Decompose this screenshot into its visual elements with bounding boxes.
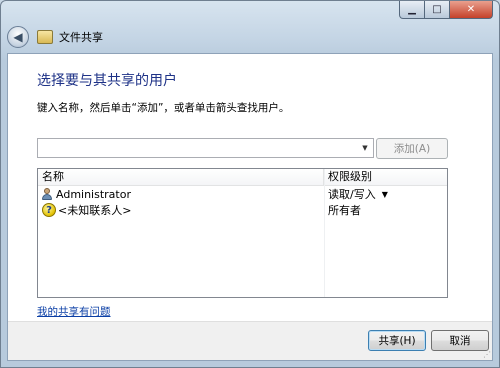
dialog-footer: 共享(H) 取消 ⋰ bbox=[8, 321, 492, 360]
row-name-cell: Administrator bbox=[38, 188, 324, 201]
minimize-icon: ▁ bbox=[408, 4, 416, 15]
list-header: 名称 权限级别 bbox=[38, 169, 447, 186]
add-button[interactable]: 添加(A) bbox=[376, 138, 448, 159]
caret-down-icon: ▼ bbox=[381, 189, 388, 199]
instructions-text: 键入名称，然后单击“添加”，或者单击箭头查找用户。 bbox=[37, 102, 290, 114]
row-permission: 所有者 bbox=[328, 204, 361, 217]
shared-users-list: 名称 权限级别 Administrator 读取/写入 ▼ ? <未知联系人> bbox=[37, 168, 448, 298]
resize-grip-icon[interactable]: ⋰ bbox=[483, 350, 491, 359]
combo-dropdown-button[interactable]: ▼ bbox=[357, 139, 373, 157]
column-header-name[interactable]: 名称 bbox=[38, 169, 324, 185]
list-row-administrator[interactable]: Administrator 读取/写入 ▼ bbox=[38, 186, 447, 202]
row-name-cell: ? <未知联系人> bbox=[38, 202, 324, 218]
dialog-content: 选择要与其共享的用户 键入名称，然后单击“添加”，或者单击箭头查找用户。 ▼ 添… bbox=[7, 53, 493, 361]
caption-controls: ▁ □ ✕ bbox=[399, 1, 493, 19]
page-heading: 选择要与其共享的用户 bbox=[37, 73, 177, 89]
cancel-button[interactable]: 取消 bbox=[431, 330, 489, 351]
row-name: <未知联系人> bbox=[58, 204, 132, 217]
file-sharing-icon bbox=[37, 30, 53, 44]
chevron-down-icon: ▼ bbox=[362, 144, 368, 152]
row-permission-cell: 所有者 bbox=[324, 202, 447, 218]
row-permission: 读取/写入 bbox=[328, 188, 376, 201]
maximize-button[interactable]: □ bbox=[425, 1, 450, 19]
file-sharing-window: ▁ □ ✕ ◀ 文件共享 选择要与其共享的用户 键入名称，然后单击“添加”，或者… bbox=[0, 0, 500, 368]
list-row-unknown-contact[interactable]: ? <未知联系人> 所有者 bbox=[38, 202, 447, 218]
close-button[interactable]: ✕ bbox=[450, 1, 493, 19]
user-name-input[interactable] bbox=[40, 140, 350, 156]
title-bar: ◀ 文件共享 bbox=[7, 25, 103, 49]
row-name: Administrator bbox=[56, 187, 131, 201]
back-button[interactable]: ◀ bbox=[7, 26, 29, 48]
column-divider bbox=[324, 169, 325, 297]
user-icon bbox=[42, 188, 52, 200]
close-icon: ✕ bbox=[466, 4, 476, 15]
permission-dropdown[interactable]: 读取/写入 ▼ bbox=[324, 186, 447, 202]
maximize-icon: □ bbox=[432, 4, 442, 15]
column-header-permission[interactable]: 权限级别 bbox=[324, 169, 447, 185]
user-name-combobox[interactable]: ▼ bbox=[37, 138, 374, 158]
back-arrow-icon: ◀ bbox=[13, 30, 23, 44]
sharing-help-link[interactable]: 我的共享有问题 bbox=[37, 304, 111, 319]
unknown-contact-icon: ? bbox=[42, 203, 56, 217]
minimize-button[interactable]: ▁ bbox=[399, 1, 425, 19]
window-title: 文件共享 bbox=[59, 31, 103, 44]
share-button[interactable]: 共享(H) bbox=[368, 330, 426, 351]
